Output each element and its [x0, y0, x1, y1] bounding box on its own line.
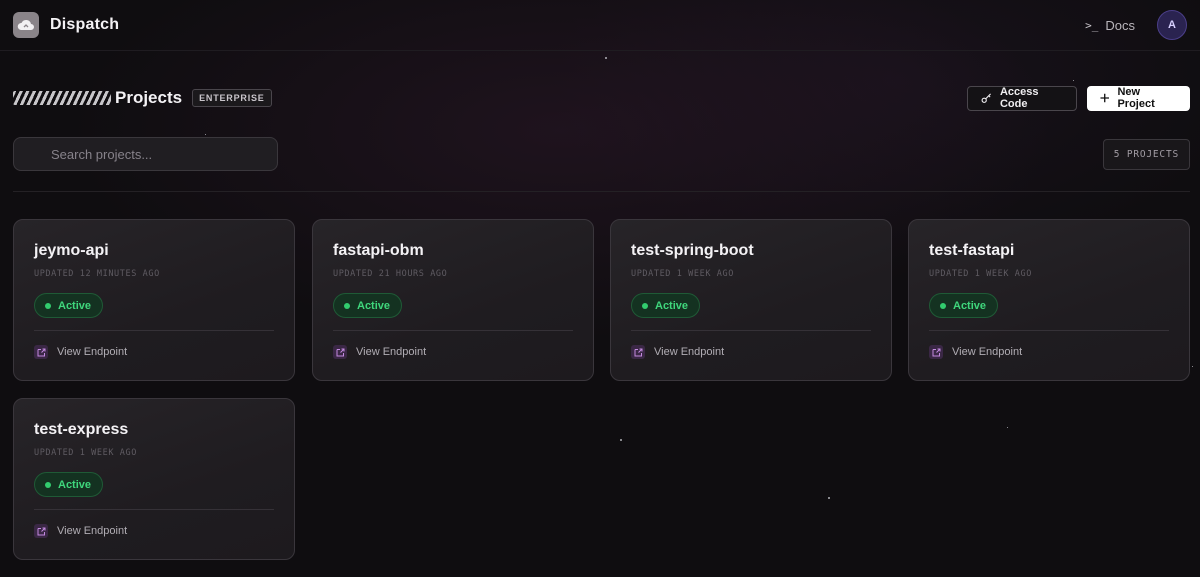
- status-label: Active: [357, 299, 391, 312]
- project-updated: UPDATED 1 WEEK AGO: [631, 269, 734, 279]
- access-code-button[interactable]: Access Code: [967, 85, 1077, 111]
- background-star: [205, 134, 206, 135]
- project-name: test-express: [34, 421, 129, 438]
- project-card[interactable]: test-express UPDATED 1 WEEK AGO Active V…: [13, 398, 295, 560]
- top-navbar: Dispatch >_ Docs A: [0, 0, 1200, 51]
- project-card[interactable]: test-spring-boot UPDATED 1 WEEK AGO Acti…: [610, 219, 892, 381]
- status-badge: Active: [631, 293, 701, 318]
- plan-badge: ENTERPRISE: [192, 89, 272, 107]
- plus-icon: [1100, 93, 1109, 103]
- status-badge: Active: [34, 293, 104, 318]
- status-dot-icon: [642, 302, 648, 309]
- new-project-label: New Project: [1117, 86, 1155, 110]
- page-title: Projects: [13, 88, 182, 108]
- new-project-button[interactable]: New Project: [1087, 85, 1190, 111]
- status-badge: Active: [34, 472, 104, 497]
- card-divider: [333, 330, 573, 331]
- background-star: [1073, 80, 1074, 81]
- project-updated: UPDATED 1 WEEK AGO: [929, 269, 1032, 279]
- brand-name: Dispatch: [50, 16, 120, 33]
- status-dot-icon: [45, 302, 51, 309]
- section-divider: [13, 191, 1190, 192]
- search-box[interactable]: [13, 137, 278, 171]
- view-endpoint-link[interactable]: View Endpoint: [929, 345, 1022, 359]
- docs-label: Docs: [1105, 17, 1135, 33]
- view-endpoint-link[interactable]: View Endpoint: [631, 345, 724, 359]
- external-link-icon: [929, 345, 943, 359]
- view-endpoint-link[interactable]: View Endpoint: [34, 345, 127, 359]
- project-card[interactable]: jeymo-api UPDATED 12 MINUTES AGO Active …: [13, 219, 295, 381]
- status-label: Active: [953, 299, 987, 312]
- search-input[interactable]: [51, 146, 277, 162]
- brand[interactable]: Dispatch: [13, 12, 119, 38]
- terminal-icon: >_: [1085, 18, 1099, 32]
- status-dot-icon: [940, 302, 946, 309]
- external-link-icon: [34, 345, 48, 359]
- page-header: Projects ENTERPRISE Access Code New Proj…: [13, 85, 1190, 111]
- card-divider: [929, 330, 1169, 331]
- status-badge: Active: [929, 293, 999, 318]
- project-name: test-fastapi: [929, 242, 1015, 259]
- background-star: [828, 497, 830, 499]
- project-name: fastapi-obm: [333, 242, 424, 259]
- background-star: [605, 57, 607, 59]
- view-endpoint-label: View Endpoint: [57, 346, 128, 358]
- background-star: [1192, 366, 1193, 367]
- view-endpoint-label: View Endpoint: [57, 525, 128, 537]
- card-divider: [34, 330, 274, 331]
- docs-link[interactable]: >_ Docs: [1085, 18, 1135, 33]
- access-code-label: Access Code: [999, 86, 1039, 110]
- external-link-icon: [333, 345, 347, 359]
- project-updated: UPDATED 21 HOURS AGO: [333, 269, 448, 279]
- user-avatar[interactable]: A: [1157, 10, 1187, 40]
- view-endpoint-label: View Endpoint: [952, 346, 1023, 358]
- external-link-icon: [34, 524, 48, 538]
- page-title-text: Projects: [115, 88, 183, 107]
- background-star: [1007, 427, 1008, 428]
- project-updated: UPDATED 1 WEEK AGO: [34, 448, 137, 458]
- background-star: [620, 439, 622, 441]
- project-count-badge: 5 PROJECTS: [1102, 138, 1190, 170]
- view-endpoint-label: View Endpoint: [654, 346, 725, 358]
- status-label: Active: [58, 299, 92, 312]
- project-name: jeymo-api: [34, 242, 109, 259]
- project-updated: UPDATED 12 MINUTES AGO: [34, 269, 160, 279]
- external-link-icon: [631, 345, 645, 359]
- card-divider: [631, 330, 871, 331]
- view-endpoint-label: View Endpoint: [356, 346, 427, 358]
- view-endpoint-link[interactable]: View Endpoint: [34, 524, 127, 538]
- status-label: Active: [655, 299, 689, 312]
- project-card[interactable]: fastapi-obm UPDATED 21 HOURS AGO Active …: [312, 219, 594, 381]
- cloud-logo-icon: [13, 12, 39, 38]
- project-name: test-spring-boot: [631, 242, 754, 259]
- status-badge: Active: [333, 293, 403, 318]
- project-card[interactable]: test-fastapi UPDATED 1 WEEK AGO Active V…: [908, 219, 1190, 381]
- status-dot-icon: [344, 302, 350, 309]
- key-icon: [981, 93, 991, 103]
- redacted-org-name: [13, 91, 111, 105]
- status-dot-icon: [45, 481, 51, 488]
- status-label: Active: [58, 478, 92, 491]
- view-endpoint-link[interactable]: View Endpoint: [333, 345, 426, 359]
- card-divider: [34, 509, 274, 510]
